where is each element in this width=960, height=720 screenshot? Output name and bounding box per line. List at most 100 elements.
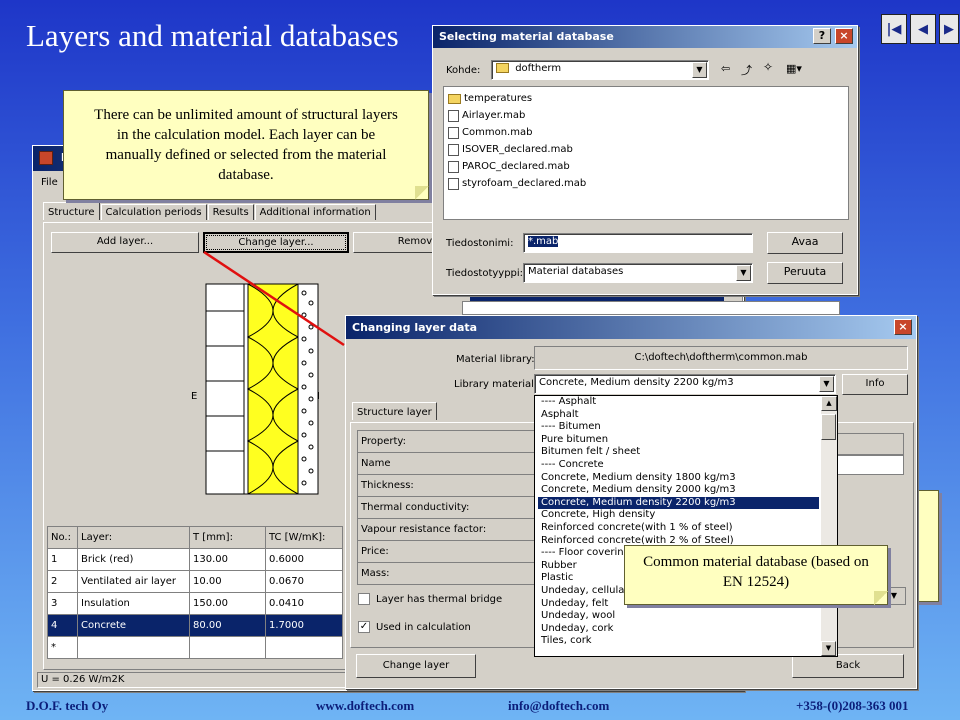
change-layer-button[interactable]: Change layer... <box>203 232 349 253</box>
layers-callout-text: There can be unlimited amount of structu… <box>94 107 398 183</box>
list-item[interactable]: ---- Asphalt <box>538 396 819 409</box>
list-item[interactable]: Concrete, Medium density 1800 kg/m3 <box>538 472 819 485</box>
next-slide-button[interactable]: ▶ <box>939 14 959 44</box>
filename-input[interactable]: *.mab <box>523 233 753 253</box>
file-icon <box>448 160 459 173</box>
list-item-selected[interactable]: Concrete, Medium density 2200 kg/m3 <box>538 496 819 510</box>
view-menu-icon[interactable]: ▦▾ <box>786 62 802 75</box>
footer-email[interactable]: info@doftech.com <box>508 698 609 714</box>
material-library-value: C:\doftech\doftherm\common.mab <box>534 346 908 370</box>
list-item[interactable]: Asphalt <box>538 409 819 422</box>
list-item[interactable]: styrofoam_declared.mab <box>448 175 844 192</box>
chevron-down-icon[interactable]: ▼ <box>736 265 751 281</box>
tab-additional-information[interactable]: Additional information <box>254 204 376 220</box>
table-row[interactable]: Mass: <box>357 562 535 585</box>
table-row-new[interactable]: * <box>47 636 343 659</box>
list-item[interactable]: Reinforced concrete(with 1 % of steel) <box>538 522 819 535</box>
file-icon <box>448 109 459 122</box>
list-item[interactable]: Concrete, High density <box>538 509 819 522</box>
file-name: Airlayer.mab <box>462 110 526 121</box>
cell-no: 2 <box>47 570 78 593</box>
close-button[interactable]: × <box>835 28 853 44</box>
folder-icon <box>448 93 461 104</box>
cell-no: * <box>47 636 78 659</box>
cell-layer <box>77 636 190 659</box>
list-item[interactable]: ---- Concrete <box>538 459 819 472</box>
table-row[interactable]: Name <box>357 452 535 475</box>
list-item[interactable]: Airlayer.mab <box>448 107 844 124</box>
table-row[interactable]: Vapour resistance factor: <box>357 518 535 541</box>
properties-table[interactable]: Property: Name Thickness: Thermal conduc… <box>357 430 535 585</box>
chevron-down-icon[interactable]: ▼ <box>819 376 834 392</box>
file-name: styrofoam_declared.mab <box>462 178 587 189</box>
new-folder-icon[interactable]: ✧ <box>763 60 773 74</box>
list-item[interactable]: Undeday, wool <box>538 610 819 623</box>
hidden-panel-strip <box>462 301 840 315</box>
list-item[interactable]: Bitumen felt / sheet <box>538 446 819 459</box>
close-button[interactable]: × <box>894 319 912 335</box>
back-icon: ◀ <box>918 21 928 37</box>
list-item[interactable]: ISOVER_declared.mab <box>448 141 844 158</box>
tab-calculation-periods[interactable]: Calculation periods <box>100 204 207 220</box>
database-callout-text: Common material database (based on EN 12… <box>643 554 869 590</box>
change-layer-titlebar: Changing layer data × <box>346 316 916 339</box>
thermal-bridge-label: Layer has thermal bridge <box>376 594 503 605</box>
callout-fold <box>415 186 429 200</box>
layers-table[interactable]: No.: Layer: T [mm]: TC [W/mK]: 1 Brick (… <box>47 526 343 659</box>
table-row[interactable]: Price: <box>357 540 535 563</box>
filename-value: *.mab <box>528 236 559 247</box>
list-item[interactable]: ---- Bitumen <box>538 421 819 434</box>
property-thickness: Thickness: <box>357 474 535 497</box>
table-row-selected[interactable]: 4 Concrete 80.00 1.7000 <box>47 614 343 637</box>
table-row[interactable]: Thickness: <box>357 474 535 497</box>
open-button[interactable]: Avaa <box>767 232 843 254</box>
footer-website[interactable]: www.doftech.com <box>316 698 414 714</box>
tab-structure[interactable]: Structure <box>43 202 100 220</box>
chevron-down-icon[interactable]: ▼ <box>692 62 707 78</box>
thermal-bridge-checkbox[interactable] <box>358 593 370 605</box>
callout-fold <box>874 591 888 605</box>
list-item[interactable]: Pure bitumen <box>538 434 819 447</box>
list-item[interactable]: temperatures <box>448 90 844 107</box>
table-row[interactable]: 1 Brick (red) 130.00 0.6000 <box>47 548 343 571</box>
list-item[interactable]: Tiles, cork <box>538 635 819 648</box>
list-item[interactable]: Common.mab <box>448 124 844 141</box>
cancel-button[interactable]: Peruuta <box>767 262 843 284</box>
tab-results[interactable]: Results <box>207 204 254 220</box>
lookin-value: doftherm <box>515 63 562 74</box>
folder-up-icon[interactable]: ⤴ <box>741 62 752 78</box>
menu-file[interactable]: File <box>41 177 58 188</box>
library-material-combobox[interactable]: Concrete, Medium density 2200 kg/m3 ▼ <box>534 374 836 394</box>
scroll-up-icon[interactable]: ▲ <box>821 396 837 411</box>
info-button[interactable]: Info <box>842 374 908 395</box>
table-row[interactable]: 2 Ventilated air layer 10.00 0.0670 <box>47 570 343 593</box>
table-row[interactable]: Thermal conductivity: <box>357 496 535 519</box>
change-layer-title: Changing layer data <box>352 321 478 334</box>
list-item[interactable]: Undeday, cork <box>538 623 819 636</box>
help-button[interactable]: ? <box>813 28 831 44</box>
lookin-combobox[interactable]: doftherm ▼ <box>491 60 709 80</box>
scroll-thumb[interactable] <box>821 414 836 440</box>
dropdown-scrollbar[interactable]: ▲ ▼ <box>821 396 837 656</box>
tab-structure-layer[interactable]: Structure layer <box>352 402 437 420</box>
main-tabs: Structure Calculation periods Results Ad… <box>43 202 377 220</box>
used-in-calculation-checkbox[interactable]: ✓ <box>358 621 370 633</box>
list-item[interactable]: PAROC_declared.mab <box>448 158 844 175</box>
scroll-down-icon[interactable]: ▼ <box>821 641 836 656</box>
interior-label: I <box>317 391 320 402</box>
up-folder-icon[interactable]: ⇦ <box>721 62 730 75</box>
first-slide-button[interactable]: |◀ <box>881 14 907 44</box>
file-list[interactable]: temperatures Airlayer.mab Common.mab ISO… <box>443 86 849 220</box>
cell-no: 1 <box>47 548 78 571</box>
change-layer-confirm-button[interactable]: Change layer <box>356 654 476 678</box>
table-row[interactable]: 3 Insulation 150.00 0.0410 <box>47 592 343 615</box>
col-no-header: No.: <box>47 526 78 549</box>
filetype-combobox[interactable]: Material databases ▼ <box>523 263 753 283</box>
used-in-calculation-label: Used in calculation <box>376 622 471 633</box>
material-dropdown-list[interactable]: ---- Asphalt Asphalt ---- Bitumen Pure b… <box>534 395 838 657</box>
back-button[interactable]: Back <box>792 654 904 678</box>
list-item[interactable]: Concrete, Medium density 2000 kg/m3 <box>538 484 819 497</box>
add-layer-button[interactable]: Add layer... <box>51 232 199 253</box>
previous-slide-button[interactable]: ◀ <box>910 14 936 44</box>
u-value-status: U = 0.26 W/m2K <box>41 674 125 685</box>
